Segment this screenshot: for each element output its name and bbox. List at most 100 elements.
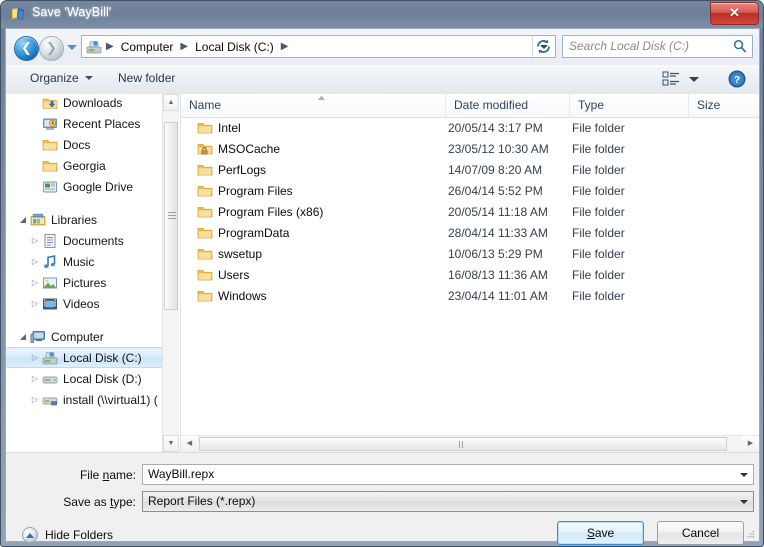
sort-ascending-icon bbox=[316, 95, 327, 101]
twisty-icon[interactable]: ▷ bbox=[28, 368, 42, 389]
search-input[interactable]: Search Local Disk (C:) bbox=[569, 39, 689, 53]
view-list-icon[interactable] bbox=[662, 70, 682, 88]
breadcrumb-bar[interactable]: ▶ Computer ▶ Local Disk (C:) ▶ bbox=[81, 35, 556, 58]
scroll-right-button[interactable]: ▶ bbox=[742, 436, 759, 452]
sidebar-item-videos[interactable]: ▷ Videos bbox=[6, 293, 164, 314]
file-date-modified: 14/07/09 8:20 AM bbox=[448, 163, 543, 177]
column-label: Size bbox=[697, 98, 721, 112]
sidebar-item-label: Videos bbox=[63, 296, 100, 311]
sidebar-item-label: Music bbox=[63, 254, 95, 269]
help-icon[interactable]: ? bbox=[728, 70, 746, 88]
pictures-library-icon bbox=[42, 275, 58, 291]
folder-icon bbox=[197, 288, 213, 304]
address-bar: ❮ ❯ ▶ Computer ▶ Local Disk (C:) ▶ Searc… bbox=[6, 29, 759, 65]
table-row[interactable]: Intel 20/05/14 3:17 PM File folder bbox=[181, 118, 759, 139]
recent-locations-button[interactable] bbox=[66, 42, 78, 54]
arrow-down-icon: ▼ bbox=[167, 440, 175, 447]
sidebar-item-local-disk-c[interactable]: ▷ Local Disk (C:) bbox=[6, 347, 164, 368]
chevron-down-icon bbox=[84, 76, 93, 80]
navigation-tree: Downloads Recent Places Docs Georgia Goo… bbox=[6, 94, 164, 410]
save-button[interactable]: Save bbox=[557, 521, 644, 545]
breadcrumb-separator: ▶ bbox=[180, 41, 189, 52]
sidebar-item-local-disk-d[interactable]: ▷ Local Disk (D:) bbox=[6, 368, 164, 389]
cancel-label: Cancel bbox=[681, 526, 720, 540]
new-folder-button[interactable]: New folder bbox=[114, 71, 179, 85]
file-name-label-post: ame: bbox=[109, 468, 136, 482]
file-name: Intel bbox=[218, 121, 241, 135]
refresh-button[interactable] bbox=[533, 36, 554, 57]
column-header-date-modified[interactable]: Date modified bbox=[446, 94, 570, 117]
scrollbar-thumb[interactable] bbox=[164, 122, 178, 310]
save-label-post: ave bbox=[594, 526, 615, 540]
sidebar-item-pictures[interactable]: ▷ Pictures bbox=[6, 272, 164, 293]
view-options-dropdown[interactable] bbox=[689, 77, 699, 82]
sidebar-item-downloads[interactable]: Downloads bbox=[6, 94, 164, 113]
back-button[interactable]: ❮ bbox=[14, 36, 39, 61]
table-row[interactable]: swsetup 10/06/13 5:29 PM File folder bbox=[181, 244, 759, 265]
documents-library-icon bbox=[42, 233, 58, 249]
save-label-accel: S bbox=[586, 526, 595, 540]
column-label: Type bbox=[578, 98, 605, 112]
sidebar-item-install-virtual1[interactable]: ▷ install (\\virtual1) ( bbox=[6, 389, 164, 410]
file-type: File folder bbox=[572, 205, 625, 219]
table-row[interactable]: Program Files 26/04/14 5:52 PM File fold… bbox=[181, 181, 759, 202]
sidebar-item-libraries[interactable]: ◢ Libraries bbox=[6, 209, 164, 230]
twisty-icon[interactable]: ▷ bbox=[28, 230, 42, 251]
file-name: Users bbox=[218, 268, 250, 282]
hide-folders-button[interactable]: Hide Folders bbox=[22, 527, 113, 543]
save-as-type-combobox[interactable]: Report Files (*.repx) bbox=[142, 491, 754, 512]
breadcrumb-local-disk-c[interactable]: Local Disk (C:) bbox=[192, 40, 277, 54]
resize-grip-icon[interactable] bbox=[744, 528, 756, 540]
file-list-horizontal-scrollbar[interactable]: ◀ ▶ bbox=[181, 435, 759, 462]
sidebar-item-recent-places[interactable]: Recent Places bbox=[6, 113, 164, 134]
save-as-type-dropdown-button[interactable] bbox=[736, 492, 753, 511]
sidebar-item-google-drive[interactable]: Google Drive bbox=[6, 176, 164, 197]
cancel-button[interactable]: Cancel bbox=[657, 521, 744, 545]
hide-folders-label: Hide Folders bbox=[45, 528, 114, 542]
sidebar-item-computer[interactable]: ◢ Computer bbox=[6, 326, 164, 347]
navigation-pane: Downloads Recent Places Docs Georgia Goo… bbox=[6, 94, 180, 452]
close-button[interactable]: ✕ bbox=[710, 2, 759, 25]
column-header-name[interactable]: Name bbox=[181, 94, 446, 117]
table-row[interactable]: Windows 23/04/14 11:01 AM File folder bbox=[181, 286, 759, 307]
google-drive-icon bbox=[42, 179, 58, 195]
file-name-dropdown-button[interactable] bbox=[736, 465, 753, 484]
twisty-expanded-icon[interactable]: ◢ bbox=[16, 326, 30, 347]
table-row[interactable]: MSOCache 23/05/12 10:30 AM File folder bbox=[181, 139, 759, 160]
twisty-icon[interactable]: ▷ bbox=[28, 347, 42, 368]
scroll-up-button[interactable]: ▲ bbox=[163, 94, 179, 111]
scroll-down-button[interactable]: ▼ bbox=[163, 435, 179, 452]
column-label: Name bbox=[189, 98, 222, 112]
folder-icon bbox=[197, 120, 213, 136]
sidebar-item-georgia[interactable]: Georgia bbox=[6, 155, 164, 176]
twisty-icon[interactable]: ▷ bbox=[28, 251, 42, 272]
arrow-left-icon: ◀ bbox=[186, 440, 193, 447]
search-box[interactable]: Search Local Disk (C:) bbox=[562, 35, 753, 58]
table-row[interactable]: Program Files (x86) 20/05/14 11:18 AM Fi… bbox=[181, 202, 759, 223]
sidebar-item-documents[interactable]: ▷ Documents bbox=[6, 230, 164, 251]
file-name-combobox[interactable]: WayBill.repx bbox=[142, 464, 754, 485]
file-date-modified: 20/05/14 11:18 AM bbox=[448, 205, 548, 219]
column-header-type[interactable]: Type bbox=[570, 94, 689, 117]
column-header-size[interactable]: Size bbox=[689, 94, 759, 117]
twisty-expanded-icon[interactable]: ◢ bbox=[16, 209, 30, 230]
twisty-icon[interactable]: ▷ bbox=[28, 389, 42, 410]
table-row[interactable]: ProgramData 28/04/14 11:33 AM File folde… bbox=[181, 223, 759, 244]
local-disk-icon bbox=[42, 350, 58, 366]
scrollbar-thumb[interactable] bbox=[199, 437, 727, 462]
scroll-left-button[interactable]: ◀ bbox=[181, 436, 198, 452]
twisty-icon[interactable]: ▷ bbox=[28, 293, 42, 314]
navigation-pane-scrollbar[interactable]: ▲ ▼ bbox=[162, 94, 179, 452]
table-row[interactable]: PerfLogs 14/07/09 8:20 AM File folder bbox=[181, 160, 759, 181]
nav-group-gap bbox=[6, 197, 164, 209]
organize-button[interactable]: Organize bbox=[26, 71, 97, 85]
breadcrumb-computer[interactable]: Computer bbox=[118, 40, 177, 54]
sidebar-item-docs[interactable]: Docs bbox=[6, 134, 164, 155]
twisty-icon[interactable]: ▷ bbox=[28, 272, 42, 293]
sidebar-item-music[interactable]: ▷ Music bbox=[6, 251, 164, 272]
file-name-input[interactable]: WayBill.repx bbox=[148, 467, 214, 481]
table-row[interactable]: Users 16/08/13 11:36 AM File folder bbox=[181, 265, 759, 286]
column-label: Date modified bbox=[454, 98, 529, 112]
forward-button[interactable]: ❯ bbox=[39, 36, 64, 61]
explorer-panes: Downloads Recent Places Docs Georgia Goo… bbox=[6, 94, 759, 462]
